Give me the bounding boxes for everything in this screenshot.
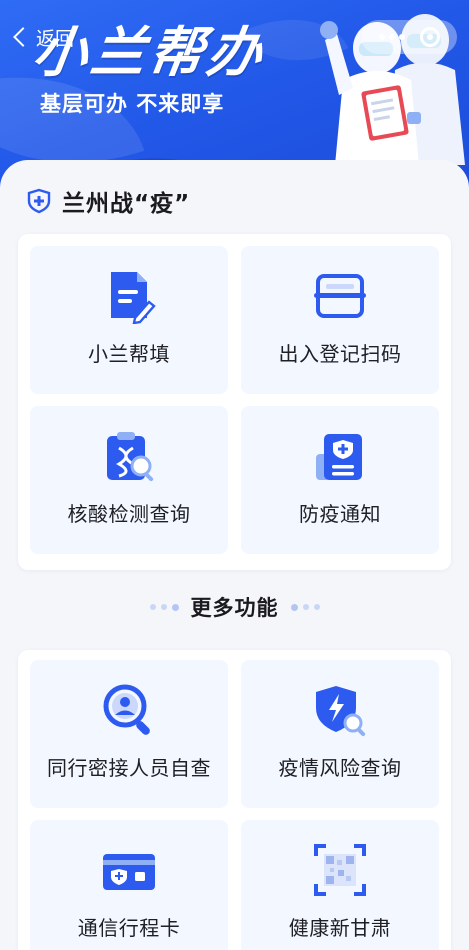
scan-frame-icon — [314, 274, 366, 318]
tile-label: 疫情风险查询 — [278, 756, 402, 780]
tile-travel-card[interactable]: 通信行程卡 — [30, 820, 228, 950]
shield-plus-icon — [27, 188, 51, 214]
tile-label: 出入登记扫码 — [278, 342, 402, 366]
back-label: 返回 — [36, 27, 75, 50]
risk-shield-icon — [316, 686, 366, 737]
travel-card-icon — [103, 854, 155, 890]
tile-contact-selfcheck[interactable]: 同行密接人员自查 — [30, 660, 228, 808]
slogan: 基层可办 不来即享 — [40, 92, 225, 116]
section-header-epidemic: 兰州战“疫” — [26, 184, 190, 218]
contact-search-icon — [103, 684, 150, 735]
epidemic-services-panel: 小兰帮填 出入登记扫码 核酸检测查询 防疫通知 — [18, 234, 451, 570]
health-qr-icon — [314, 844, 366, 896]
decorative-dots — [149, 603, 179, 611]
epidemic-notice-icon — [316, 434, 362, 480]
mini-program-capsule[interactable] — [361, 20, 457, 54]
tile-label: 小兰帮填 — [88, 342, 170, 366]
section-title: 兰州战“疫” — [62, 191, 191, 217]
tile-epidemic-notice[interactable]: 防疫通知 — [241, 406, 439, 554]
tile-label: 通信行程卡 — [77, 916, 181, 940]
section-title: 更多功能 — [190, 596, 279, 620]
form-fill-icon — [111, 272, 156, 324]
tile-health-gansu[interactable]: 健康新甘肃 — [241, 820, 439, 950]
tile-label: 同行密接人员自查 — [47, 756, 211, 780]
section-header-more: 更多功能 — [0, 592, 469, 622]
content-sheet: 兰州战“疫” 小兰帮填 出入登记扫码 核酸检测查询 防疫通知 更多功能 同行密接… — [0, 160, 469, 950]
more-services-panel: 同行密接人员自查 疫情风险查询 通信行程卡 健康新甘肃 — [18, 650, 451, 950]
tile-nucleic-test[interactable]: 核酸检测查询 — [30, 406, 228, 554]
tile-label: 健康新甘肃 — [288, 916, 392, 940]
tile-label: 核酸检测查询 — [67, 502, 191, 526]
back-button[interactable]: 返回 — [10, 22, 74, 52]
chevron-left-icon — [13, 27, 33, 47]
more-options-icon[interactable] — [378, 34, 405, 40]
tile-form-fill[interactable]: 小兰帮填 — [30, 246, 228, 394]
tile-risk-query[interactable]: 疫情风险查询 — [241, 660, 439, 808]
decorative-dots — [290, 603, 320, 611]
tile-label: 防疫通知 — [299, 502, 381, 526]
close-miniprogram-icon[interactable] — [419, 27, 440, 47]
tile-scan-register[interactable]: 出入登记扫码 — [241, 246, 439, 394]
nucleic-test-icon — [107, 432, 154, 482]
